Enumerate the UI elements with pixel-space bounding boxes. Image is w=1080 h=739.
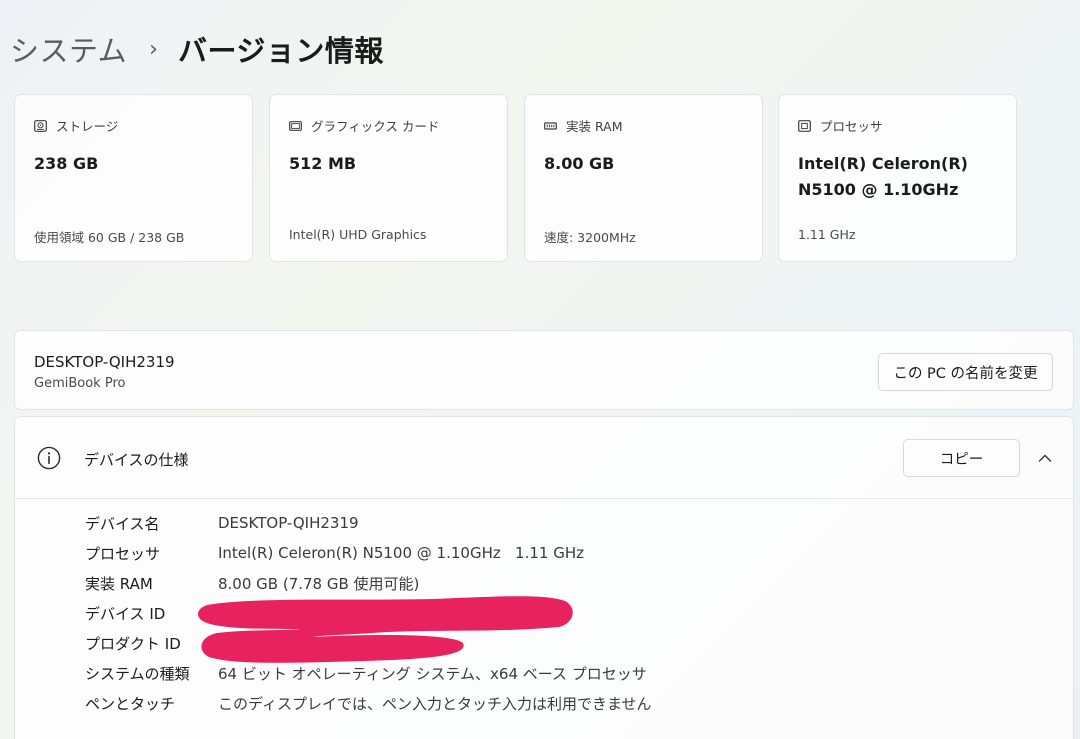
copy-button[interactable]: コピー xyxy=(903,439,1020,477)
card-subtext: 速度: 3200MHz xyxy=(544,230,636,245)
device-name-panel: DESKTOP-QIH2319 GemiBook Pro この PC の名前を変… xyxy=(14,330,1074,410)
spec-value: DESKTOP-QIH2319 xyxy=(218,514,359,532)
card-value: Intel(R) Celeron(R) N5100 @ 1.10GHz xyxy=(798,151,968,203)
card-header: ストレージ xyxy=(34,116,118,135)
redaction-marker xyxy=(198,596,573,663)
breadcrumb-separator: › xyxy=(149,36,158,62)
spec-key: ペンとタッチ xyxy=(85,694,176,713)
ram-icon xyxy=(544,121,557,130)
spec-value: Intel(R) Celeron(R) N5100 @ 1.10GHz 1.11… xyxy=(218,544,584,562)
storage-icon xyxy=(34,119,47,132)
processor-icon xyxy=(798,119,811,132)
card-subtext: Intel(R) UHD Graphics xyxy=(289,227,427,242)
card-header: プロセッサ xyxy=(798,116,883,135)
card-value: 8.00 GB xyxy=(544,154,615,173)
card-header: 実装 RAM xyxy=(544,116,623,135)
device-specs-header[interactable]: デバイスの仕様 コピー xyxy=(15,417,1073,499)
card-value: 512 MB xyxy=(289,154,357,173)
graphics-card-icon xyxy=(289,120,302,131)
card-subtext: 使用領域 60 GB / 238 GB xyxy=(34,230,185,245)
card-value: 238 GB xyxy=(34,154,99,173)
card-header: グラフィックス カード xyxy=(289,116,439,135)
card-label: ストレージ xyxy=(56,119,119,134)
processor-value-line1: Intel(R) Celeron(R) xyxy=(798,154,968,173)
card-label: グラフィックス カード xyxy=(311,119,440,134)
processor-card[interactable]: プロセッサ Intel(R) Celeron(R) N5100 @ 1.10GH… xyxy=(778,94,1017,262)
graphics-card[interactable]: グラフィックス カード 512 MB Intel(R) UHD Graphics xyxy=(269,94,508,262)
device-specs-title: デバイスの仕様 xyxy=(84,451,189,469)
device-specs-panel: デバイスの仕様 コピー デバイス名 DESKTOP-QIH2319 プロセッサ … xyxy=(14,416,1074,739)
card-label: 実装 RAM xyxy=(566,119,623,134)
storage-card[interactable]: ストレージ 238 GB 使用領域 60 GB / 238 GB xyxy=(14,94,253,262)
breadcrumb-parent-system[interactable]: システム xyxy=(10,28,127,70)
card-subtext: 1.11 GHz xyxy=(798,227,856,242)
spec-row-device-name: デバイス名 DESKTOP-QIH2319 xyxy=(85,508,359,538)
info-icon xyxy=(37,446,61,470)
spec-key: プロセッサ xyxy=(85,544,161,563)
spec-value: このディスプレイでは、ペン入力とタッチ入力は利用できません xyxy=(218,694,652,713)
processor-value-line2: N5100 @ 1.10GHz xyxy=(798,180,959,199)
device-model: GemiBook Pro xyxy=(34,376,126,391)
redaction-stroke xyxy=(198,596,573,663)
breadcrumb: システム › バージョン情報 xyxy=(10,28,384,70)
device-name: DESKTOP-QIH2319 xyxy=(34,353,175,371)
page-title: バージョン情報 xyxy=(177,34,384,68)
spec-row-processor: プロセッサ Intel(R) Celeron(R) N5100 @ 1.10GH… xyxy=(85,538,584,568)
rename-pc-button[interactable]: この PC の名前を変更 xyxy=(878,353,1053,391)
chevron-up-icon[interactable] xyxy=(1035,448,1055,468)
spec-row-pen-touch: ペンとタッチ このディスプレイでは、ペン入力とタッチ入力は利用できません xyxy=(85,688,652,718)
spec-key: デバイス名 xyxy=(85,514,160,533)
card-label: プロセッサ xyxy=(820,119,883,134)
ram-card[interactable]: 実装 RAM 8.00 GB 速度: 3200MHz xyxy=(524,94,763,262)
